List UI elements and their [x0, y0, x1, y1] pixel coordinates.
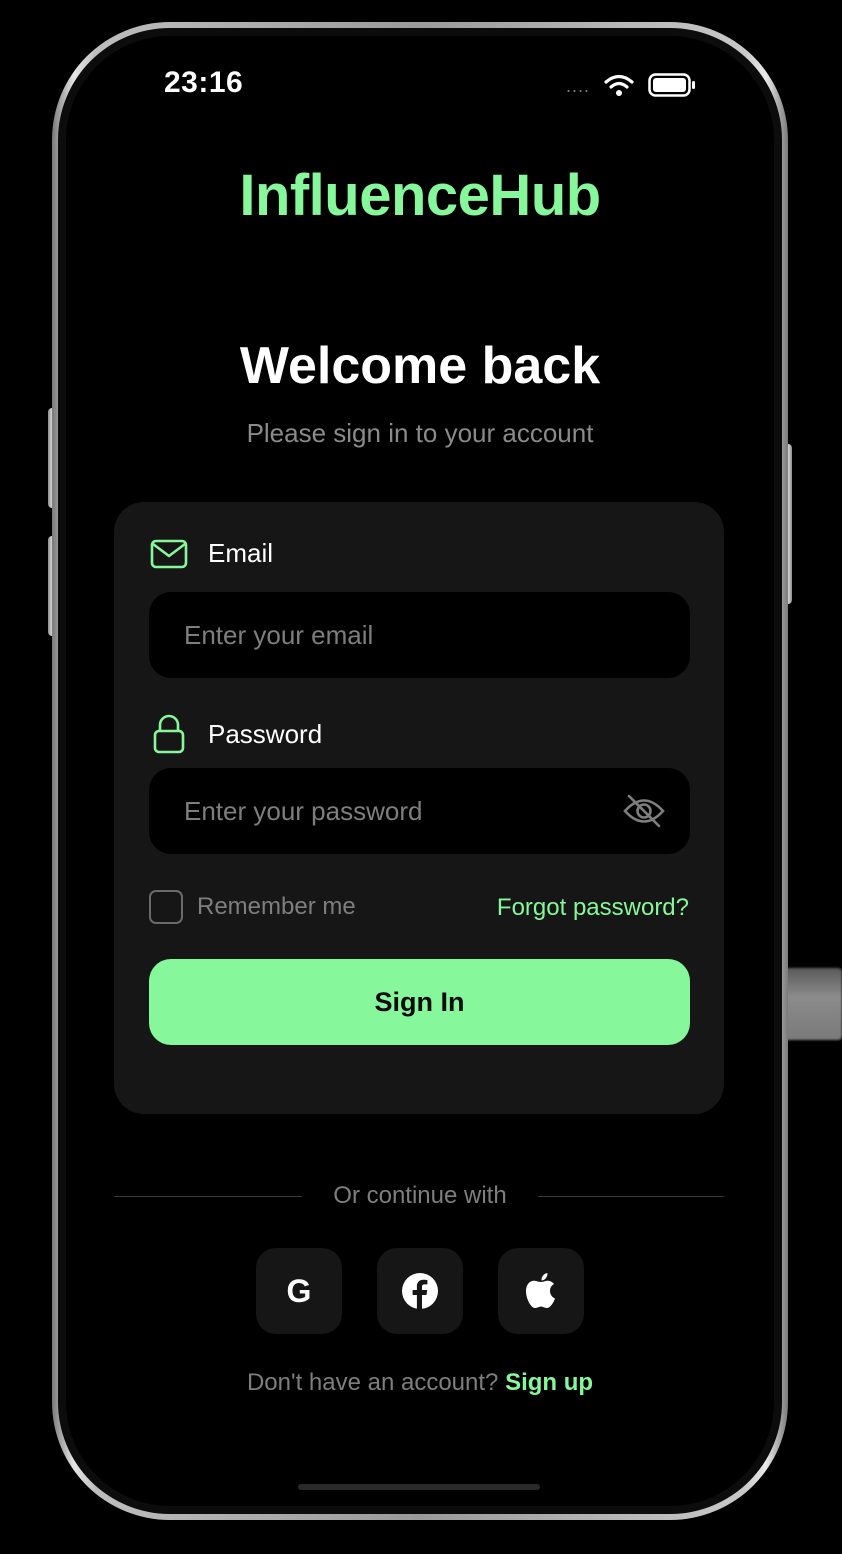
remember-me[interactable]: Remember me [149, 890, 356, 924]
apple-icon [526, 1273, 555, 1308]
app-logo-text: InfluenceHub [239, 163, 601, 228]
page-subtitle: Please sign in to your account [246, 418, 594, 448]
battery-icon [648, 73, 696, 97]
email-field[interactable] [149, 592, 690, 678]
page-title: Welcome back [239, 337, 601, 395]
remember-me-checkbox[interactable] [149, 890, 183, 924]
forgot-password-link[interactable]: Forgot password? [497, 894, 689, 922]
status-time: 23:16 [164, 66, 244, 99]
eye-off-icon[interactable] [622, 792, 666, 830]
sign-up-link[interactable]: Sign up [505, 1369, 593, 1396]
phone-frame: 23:16 .... InfluenceHub Welcome back Ple… [52, 22, 788, 1520]
signup-prompt: Don't have an account? Sign up [66, 1369, 774, 1397]
remember-me-label: Remember me [197, 893, 356, 920]
phone-bezel: 23:16 .... InfluenceHub Welcome back Ple… [58, 28, 782, 1514]
password-field[interactable] [149, 768, 690, 854]
signup-prompt-text: Don't have an account? [246, 1369, 499, 1396]
phone-screen: 23:16 .... InfluenceHub Welcome back Ple… [66, 36, 774, 1506]
divider-line [538, 1196, 724, 1197]
signal-indicator: .... [566, 76, 591, 96]
facebook-icon [402, 1273, 438, 1309]
lock-icon [153, 714, 185, 754]
password-label: Password [150, 714, 322, 754]
email-label: Email [150, 538, 273, 569]
home-indicator [298, 1484, 540, 1490]
google-sign-in-button[interactable]: G [256, 1248, 342, 1334]
facebook-sign-in-button[interactable] [377, 1248, 463, 1334]
mail-icon [150, 539, 188, 568]
stage: 23:16 .... InfluenceHub Welcome back Ple… [0, 0, 842, 1554]
google-icon: G [286, 1272, 312, 1309]
apple-sign-in-button[interactable] [498, 1248, 584, 1334]
email-label-text: Email [208, 538, 274, 568]
sign-in-button[interactable]: Sign In [149, 959, 690, 1045]
password-label-text: Password [208, 718, 323, 749]
status-icons: .... [566, 72, 696, 98]
wifi-icon [604, 74, 634, 96]
login-card: Email Password [114, 502, 724, 1114]
